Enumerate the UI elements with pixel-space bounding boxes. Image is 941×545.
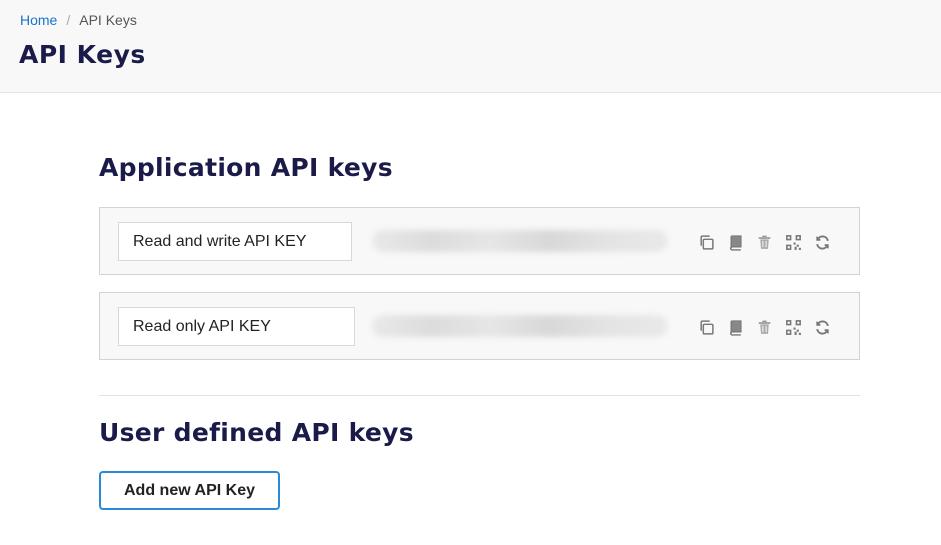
book-icon[interactable]: [725, 232, 745, 252]
refresh-icon[interactable]: [812, 232, 832, 252]
book-icon[interactable]: [725, 317, 745, 337]
api-key-actions: [696, 232, 841, 252]
api-key-name-field[interactable]: Read and write API KEY: [118, 222, 352, 261]
api-key-name-field[interactable]: Read only API KEY: [118, 307, 355, 346]
api-key-actions: [696, 317, 841, 337]
copy-icon[interactable]: [696, 232, 716, 252]
application-keys-title: Application API keys: [99, 153, 393, 182]
copy-icon[interactable]: [696, 317, 716, 337]
page-header: Home / API Keys API Keys: [0, 0, 941, 93]
qr-code-icon[interactable]: [783, 232, 803, 252]
api-key-row: Read and write API KEY: [99, 207, 860, 275]
api-key-value-obscured: [372, 230, 668, 252]
refresh-icon[interactable]: [812, 317, 832, 337]
breadcrumb-separator: /: [66, 12, 71, 28]
api-key-value-obscured: [372, 315, 668, 337]
trash-icon[interactable]: [754, 232, 774, 252]
trash-icon[interactable]: [754, 317, 774, 337]
breadcrumb-current: API Keys: [79, 12, 137, 28]
qr-code-icon[interactable]: [783, 317, 803, 337]
breadcrumb-home-link[interactable]: Home: [20, 12, 57, 28]
page-title: API Keys: [19, 40, 146, 69]
user-defined-keys-title: User defined API keys: [99, 418, 414, 447]
api-key-row: Read only API KEY: [99, 292, 860, 360]
add-api-key-button[interactable]: Add new API Key: [99, 471, 280, 510]
breadcrumb: Home / API Keys: [20, 12, 137, 28]
section-divider: [99, 395, 860, 396]
